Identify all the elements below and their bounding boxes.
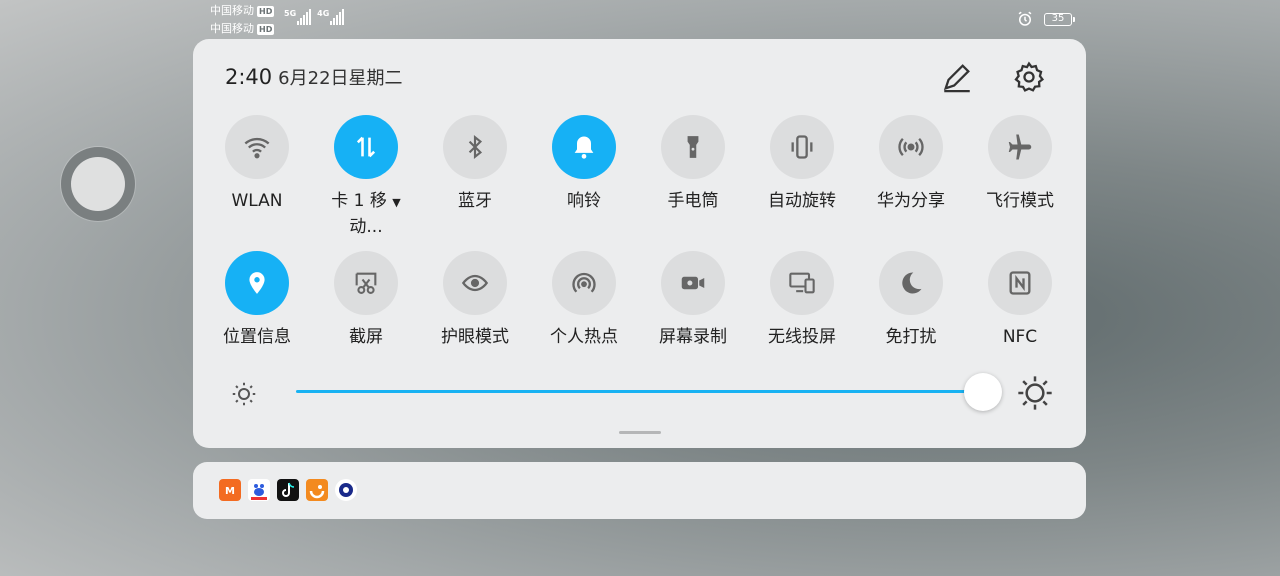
bluetooth-icon xyxy=(443,115,507,179)
baidu-icon xyxy=(248,479,270,501)
tile-label: NFC xyxy=(1002,327,1038,347)
battery-icon: 35 xyxy=(1044,12,1075,26)
tile-label: 护眼模式 xyxy=(441,327,509,347)
mgtv-icon: M xyxy=(219,479,241,501)
tile-wlan[interactable]: WLAN xyxy=(202,115,312,213)
battery-level: 35 xyxy=(1051,12,1065,24)
tile-label: 屏幕录制 xyxy=(659,327,727,347)
alarm-icon xyxy=(1018,11,1032,26)
tile-screen-record[interactable]: 屏幕录制 xyxy=(638,251,748,349)
signal-5g-icon: 5G xyxy=(284,9,312,25)
floating-assist-ball[interactable] xyxy=(61,147,135,221)
tile-label: 蓝牙 xyxy=(458,191,492,211)
quick-settings-panel: 2:40 6月22日星期二 WLAN 卡 1 移 ▼ 动... 蓝牙 响铃 手电筒 xyxy=(193,39,1086,448)
tile-nfc[interactable]: NFC xyxy=(965,251,1075,349)
tile-auto-rotate[interactable]: 自动旋转 xyxy=(747,115,857,213)
tile-label: 无线投屏 xyxy=(768,327,836,347)
location-icon xyxy=(225,251,289,315)
tile-label: 截屏 xyxy=(349,327,383,347)
tile-ring[interactable]: 响铃 xyxy=(529,115,639,213)
eye-icon xyxy=(443,251,507,315)
cast-icon xyxy=(770,251,834,315)
tile-label: WLAN xyxy=(231,191,283,211)
tile-label: 自动旋转 xyxy=(768,191,836,211)
sun-small-icon xyxy=(229,379,259,413)
flashlight-icon xyxy=(661,115,725,179)
carrier1-label: 中国移动 xyxy=(210,4,254,17)
tile-hotspot[interactable]: 个人热点 xyxy=(529,251,639,349)
datetime: 2:40 6月22日星期二 xyxy=(225,64,403,90)
moon-icon xyxy=(879,251,943,315)
notification-bar[interactable]: M xyxy=(193,462,1086,519)
uc-browser-icon xyxy=(306,479,328,501)
nfc-icon xyxy=(988,251,1052,315)
tile-label: 响铃 xyxy=(567,191,601,211)
tile-label: 免打扰 xyxy=(885,327,937,347)
tiktok-icon xyxy=(277,479,299,501)
panel-drag-handle[interactable] xyxy=(619,431,661,434)
tile-flashlight[interactable]: 手电筒 xyxy=(638,115,748,213)
tile-wireless-cast[interactable]: 无线投屏 xyxy=(747,251,857,349)
tile-label: 手电筒 xyxy=(667,191,719,211)
video-icon xyxy=(661,251,725,315)
status-bar-right: 35 xyxy=(1016,10,1075,28)
screenshot-icon xyxy=(334,251,398,315)
signal-4g-icon: 4G xyxy=(317,9,345,25)
brightness-slider-thumb[interactable] xyxy=(964,373,1002,411)
hd-badge: HD xyxy=(257,5,275,17)
bell-icon xyxy=(552,115,616,179)
mobile-data-icon xyxy=(334,115,398,179)
time-label: 2:40 xyxy=(225,65,273,89)
tile-label: 飞行模式 xyxy=(986,191,1054,211)
tile-label: 华为分享 xyxy=(877,191,945,211)
tile-label: 卡 1 移 ▼ 动... xyxy=(331,191,401,237)
airplane-icon xyxy=(988,115,1052,179)
date-label: 6月22日星期二 xyxy=(278,68,403,89)
tile-mobile-data[interactable]: 卡 1 移 ▼ 动... xyxy=(311,115,421,239)
chevron-down-icon[interactable]: ▼ xyxy=(392,196,400,209)
signal-indicators: 5G 4G xyxy=(284,9,345,25)
tile-screenshot[interactable]: 截屏 xyxy=(311,251,421,349)
svg-text:M: M xyxy=(225,486,235,497)
carrier2-label: 中国移动 xyxy=(210,22,254,35)
sun-large-icon xyxy=(1015,373,1055,417)
tile-label: 位置信息 xyxy=(223,327,291,347)
chat-app-icon xyxy=(335,479,357,501)
tile-eye-comfort[interactable]: 护眼模式 xyxy=(420,251,530,349)
tile-location[interactable]: 位置信息 xyxy=(202,251,312,349)
tile-do-not-disturb[interactable]: 免打扰 xyxy=(856,251,966,349)
pencil-icon[interactable] xyxy=(937,57,977,97)
brightness-slider[interactable] xyxy=(296,390,986,393)
tile-huawei-share[interactable]: 华为分享 xyxy=(856,115,966,213)
share-icon xyxy=(879,115,943,179)
hotspot-icon xyxy=(552,251,616,315)
tile-bluetooth[interactable]: 蓝牙 xyxy=(420,115,530,213)
tile-label: 个人热点 xyxy=(550,327,618,347)
rotate-icon xyxy=(770,115,834,179)
wifi-icon xyxy=(225,115,289,179)
status-bar-carriers: 中国移动 HD 中国移动 HD xyxy=(210,2,275,38)
hd-badge: HD xyxy=(257,23,275,35)
tile-airplane-mode[interactable]: 飞行模式 xyxy=(965,115,1075,213)
gear-icon[interactable] xyxy=(1009,57,1049,97)
